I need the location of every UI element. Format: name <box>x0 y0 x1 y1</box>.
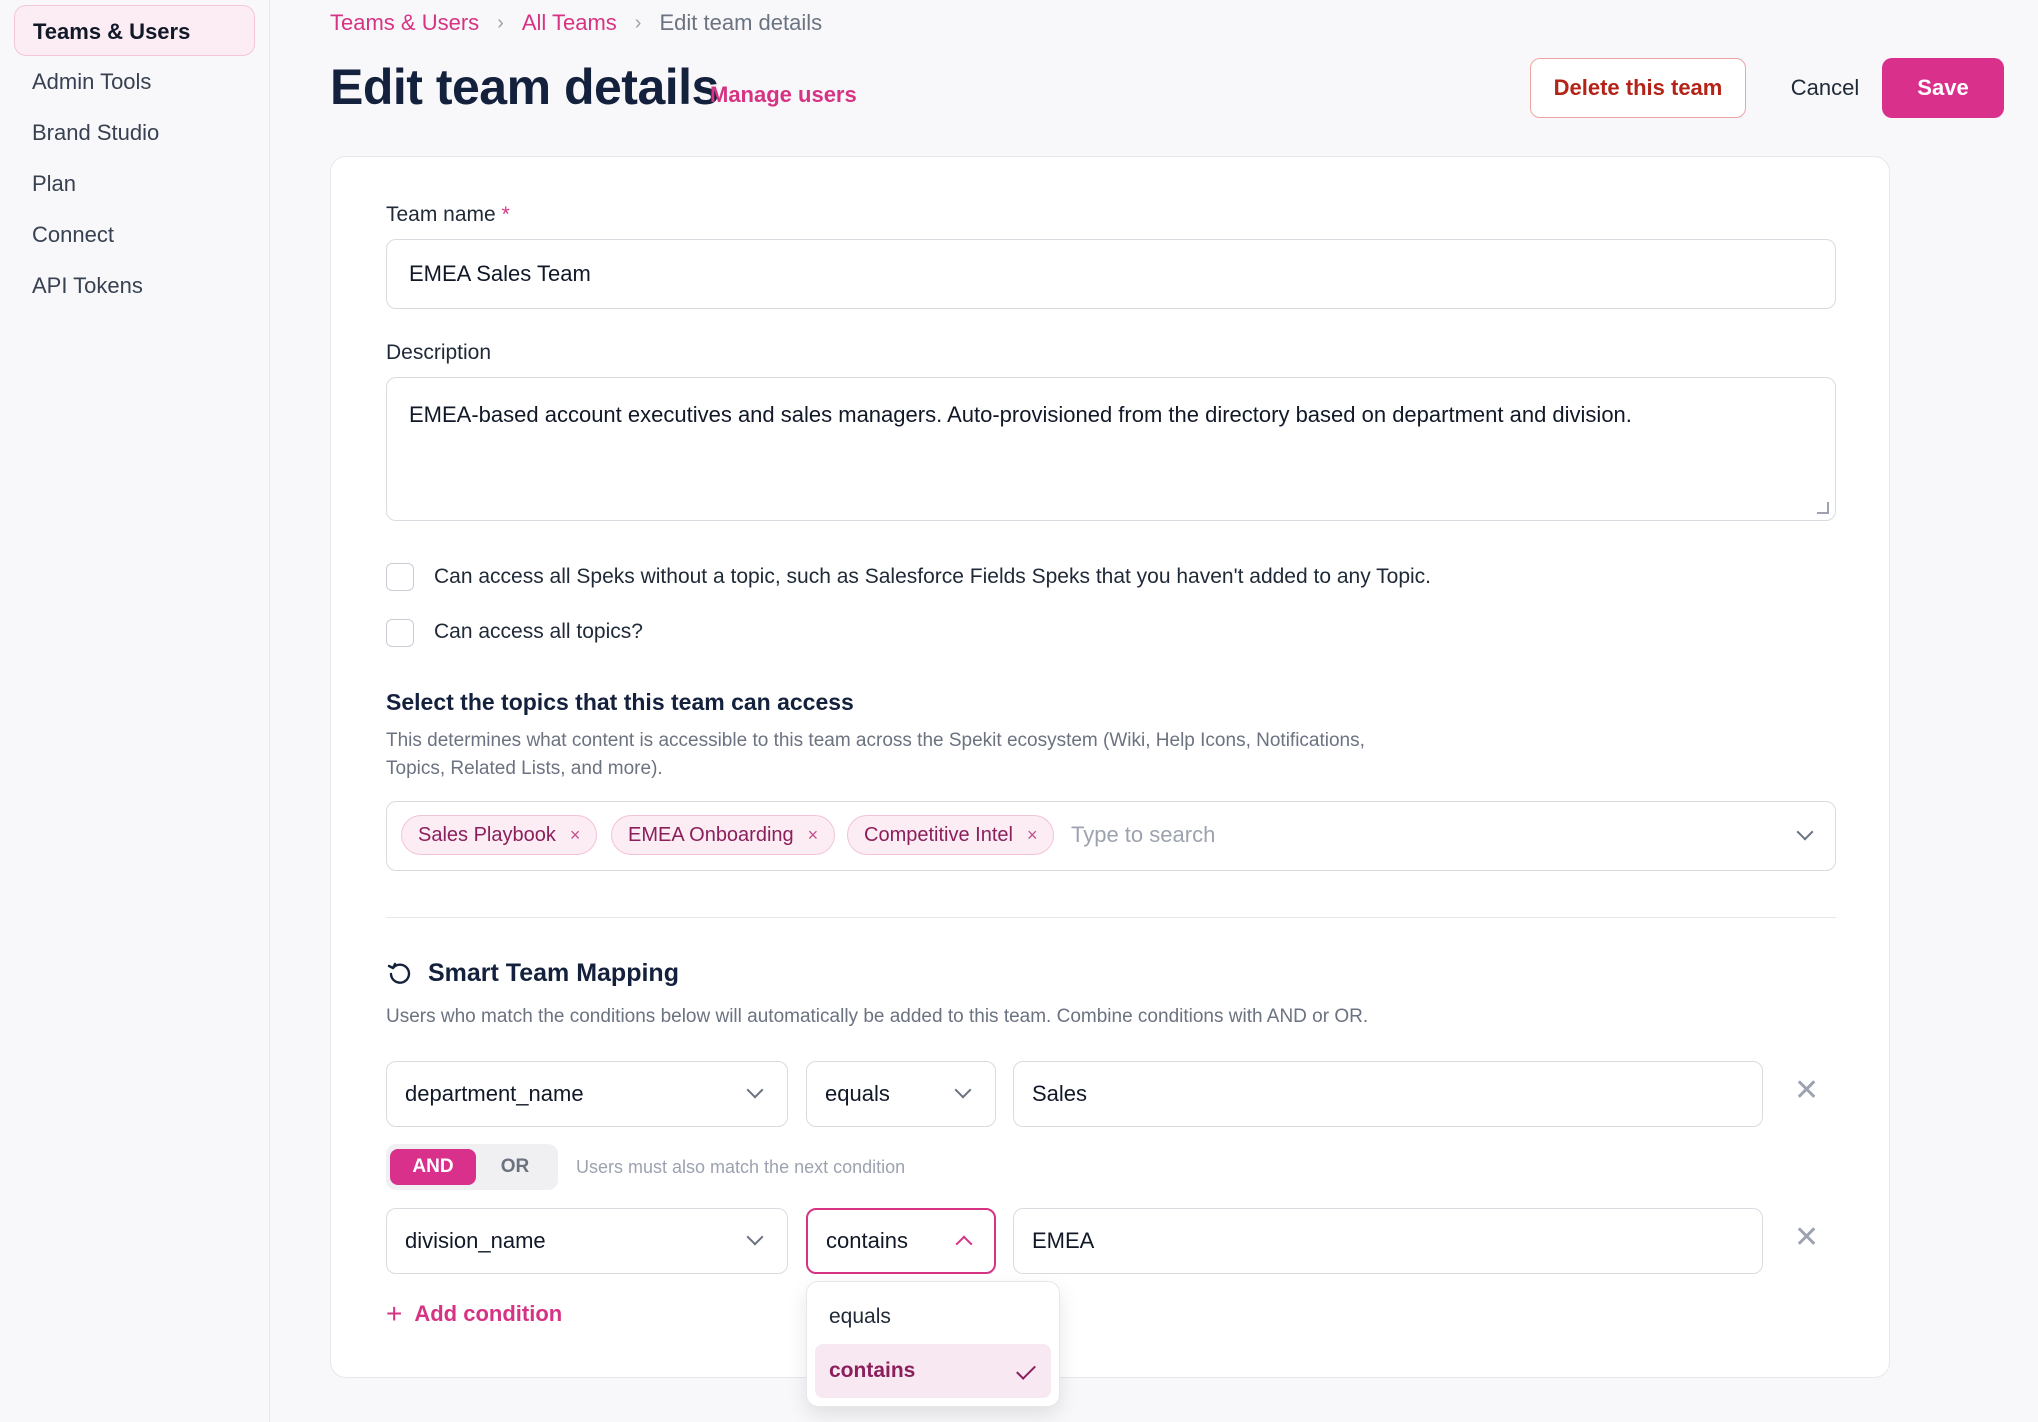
remove-condition-icon[interactable]: ✕ <box>1794 1220 1819 1255</box>
access-speks-without-topic-label: Can access all Speks without a topic, su… <box>434 565 1432 588</box>
chevron-down-icon <box>746 1081 764 1099</box>
remove-chip-icon[interactable]: × <box>1027 825 1038 846</box>
save-button[interactable]: Save <box>1882 58 2004 118</box>
access-all-topics-checkbox[interactable] <box>386 619 414 647</box>
sidebar-item-admin-tools[interactable]: Admin Tools <box>14 56 255 107</box>
topic-chip-label: Competitive Intel <box>864 823 1013 846</box>
topic-chip: Competitive Intel × <box>847 815 1055 855</box>
smart-mapping-title: Smart Team Mapping <box>428 959 679 987</box>
condition-operator-select-open[interactable]: contains <box>806 1208 996 1274</box>
and-toggle-button[interactable]: AND <box>390 1149 476 1185</box>
remove-chip-icon[interactable]: × <box>570 825 581 846</box>
main-content: Teams & Users › All Teams › Edit team de… <box>330 0 2038 1422</box>
sync-icon <box>386 959 414 987</box>
condition-field-select[interactable]: division_name <box>386 1208 788 1274</box>
condition-field-value: division_name <box>405 1228 546 1253</box>
chevron-up-icon <box>955 1235 973 1253</box>
sidebar-item-teams-users[interactable]: Teams & Users <box>14 5 255 56</box>
sidebar-item-brand-studio[interactable]: Brand Studio <box>14 107 255 158</box>
topics-search-placeholder[interactable]: Type to search <box>1071 822 1215 848</box>
breadcrumb: Teams & Users › All Teams › Edit team de… <box>330 10 822 36</box>
chevron-down-icon[interactable] <box>1796 823 1814 841</box>
add-condition-button[interactable]: + Add condition <box>386 1298 562 1330</box>
breadcrumb-all-teams[interactable]: All Teams <box>522 10 617 36</box>
resize-handle-icon[interactable] <box>1817 502 1829 514</box>
manage-users-link[interactable]: Manage users <box>710 82 857 108</box>
plus-icon: + <box>386 1298 403 1329</box>
breadcrumb-separator-icon: › <box>634 11 642 34</box>
chevron-down-icon <box>954 1081 972 1099</box>
or-toggle-button[interactable]: OR <box>476 1149 554 1185</box>
chevron-down-icon <box>746 1228 764 1246</box>
remove-condition-icon[interactable]: ✕ <box>1794 1073 1819 1108</box>
operator-option-equals[interactable]: equals <box>815 1290 1051 1344</box>
sidebar-item-api-tokens[interactable]: API Tokens <box>14 260 255 311</box>
breadcrumb-separator-icon: › <box>497 11 504 34</box>
cancel-button[interactable]: Cancel <box>1770 58 1880 118</box>
required-marker: * <box>501 203 510 226</box>
delete-team-button[interactable]: Delete this team <box>1530 58 1746 118</box>
condition-value-input[interactable]: Sales <box>1013 1061 1763 1127</box>
smart-mapping-helper: Users who match the conditions below wil… <box>386 1006 1369 1027</box>
logic-toggle: AND OR <box>386 1144 558 1190</box>
condition-field-select[interactable]: department_name <box>386 1061 788 1127</box>
topics-helper-line-2: Topics, Related Lists, and more). <box>386 758 663 779</box>
topic-chip-label: EMEA Onboarding <box>628 823 794 846</box>
topics-helper-line-1: This determines what content is accessib… <box>386 730 1365 751</box>
logic-hint: Users must also match the next condition <box>576 1157 906 1177</box>
topics-section-title: Select the topics that this team can acc… <box>386 689 854 715</box>
sidebar-item-connect[interactable]: Connect <box>14 209 255 260</box>
condition-operator-value: equals <box>825 1081 890 1106</box>
description-textarea[interactable]: EMEA-based account executives and sales … <box>386 377 1836 521</box>
topic-chip: EMEA Onboarding × <box>611 815 836 855</box>
topic-chip-label: Sales Playbook <box>418 823 556 846</box>
description-text: EMEA-based account executives and sales … <box>409 402 1632 427</box>
access-all-topics-label: Can access all topics? <box>434 620 643 643</box>
operator-option-contains[interactable]: contains <box>815 1344 1051 1398</box>
topic-chip: Sales Playbook × <box>401 815 598 855</box>
operator-option-label: contains <box>829 1359 916 1382</box>
description-label: Description <box>386 341 492 364</box>
check-icon <box>1016 1360 1036 1380</box>
team-details-card: Team name * EMEA Sales Team Description … <box>330 156 1890 1407</box>
breadcrumb-teams-users[interactable]: Teams & Users <box>330 10 479 36</box>
topics-helper-text: This determines what content is accessib… <box>386 727 1365 783</box>
topics-multiselect[interactable]: Sales Playbook × EMEA Onboarding × Compe… <box>386 801 1836 871</box>
condition-field-value: department_name <box>405 1081 584 1106</box>
breadcrumb-current: Edit team details <box>659 10 823 35</box>
sidebar-item-plan[interactable]: Plan <box>14 158 255 209</box>
condition-operator-select[interactable]: equals <box>806 1061 996 1127</box>
operator-dropdown-menu: equals contains <box>806 1281 1060 1407</box>
add-condition-label: Add condition <box>414 1301 563 1326</box>
access-speks-without-topic-checkbox[interactable] <box>386 563 414 591</box>
sidebar: Teams & Users Admin Tools Brand Studio P… <box>0 0 270 1422</box>
condition-value-input[interactable]: EMEA <box>1013 1208 1763 1274</box>
team-name-input[interactable]: EMEA Sales Team <box>386 239 1836 309</box>
section-divider <box>386 917 1836 918</box>
team-name-label-text: Team name <box>386 203 496 226</box>
page-title: Edit team details <box>330 59 719 115</box>
team-name-label: Team name * <box>386 203 510 227</box>
remove-chip-icon[interactable]: × <box>808 825 819 846</box>
condition-operator-value: contains <box>826 1228 908 1253</box>
